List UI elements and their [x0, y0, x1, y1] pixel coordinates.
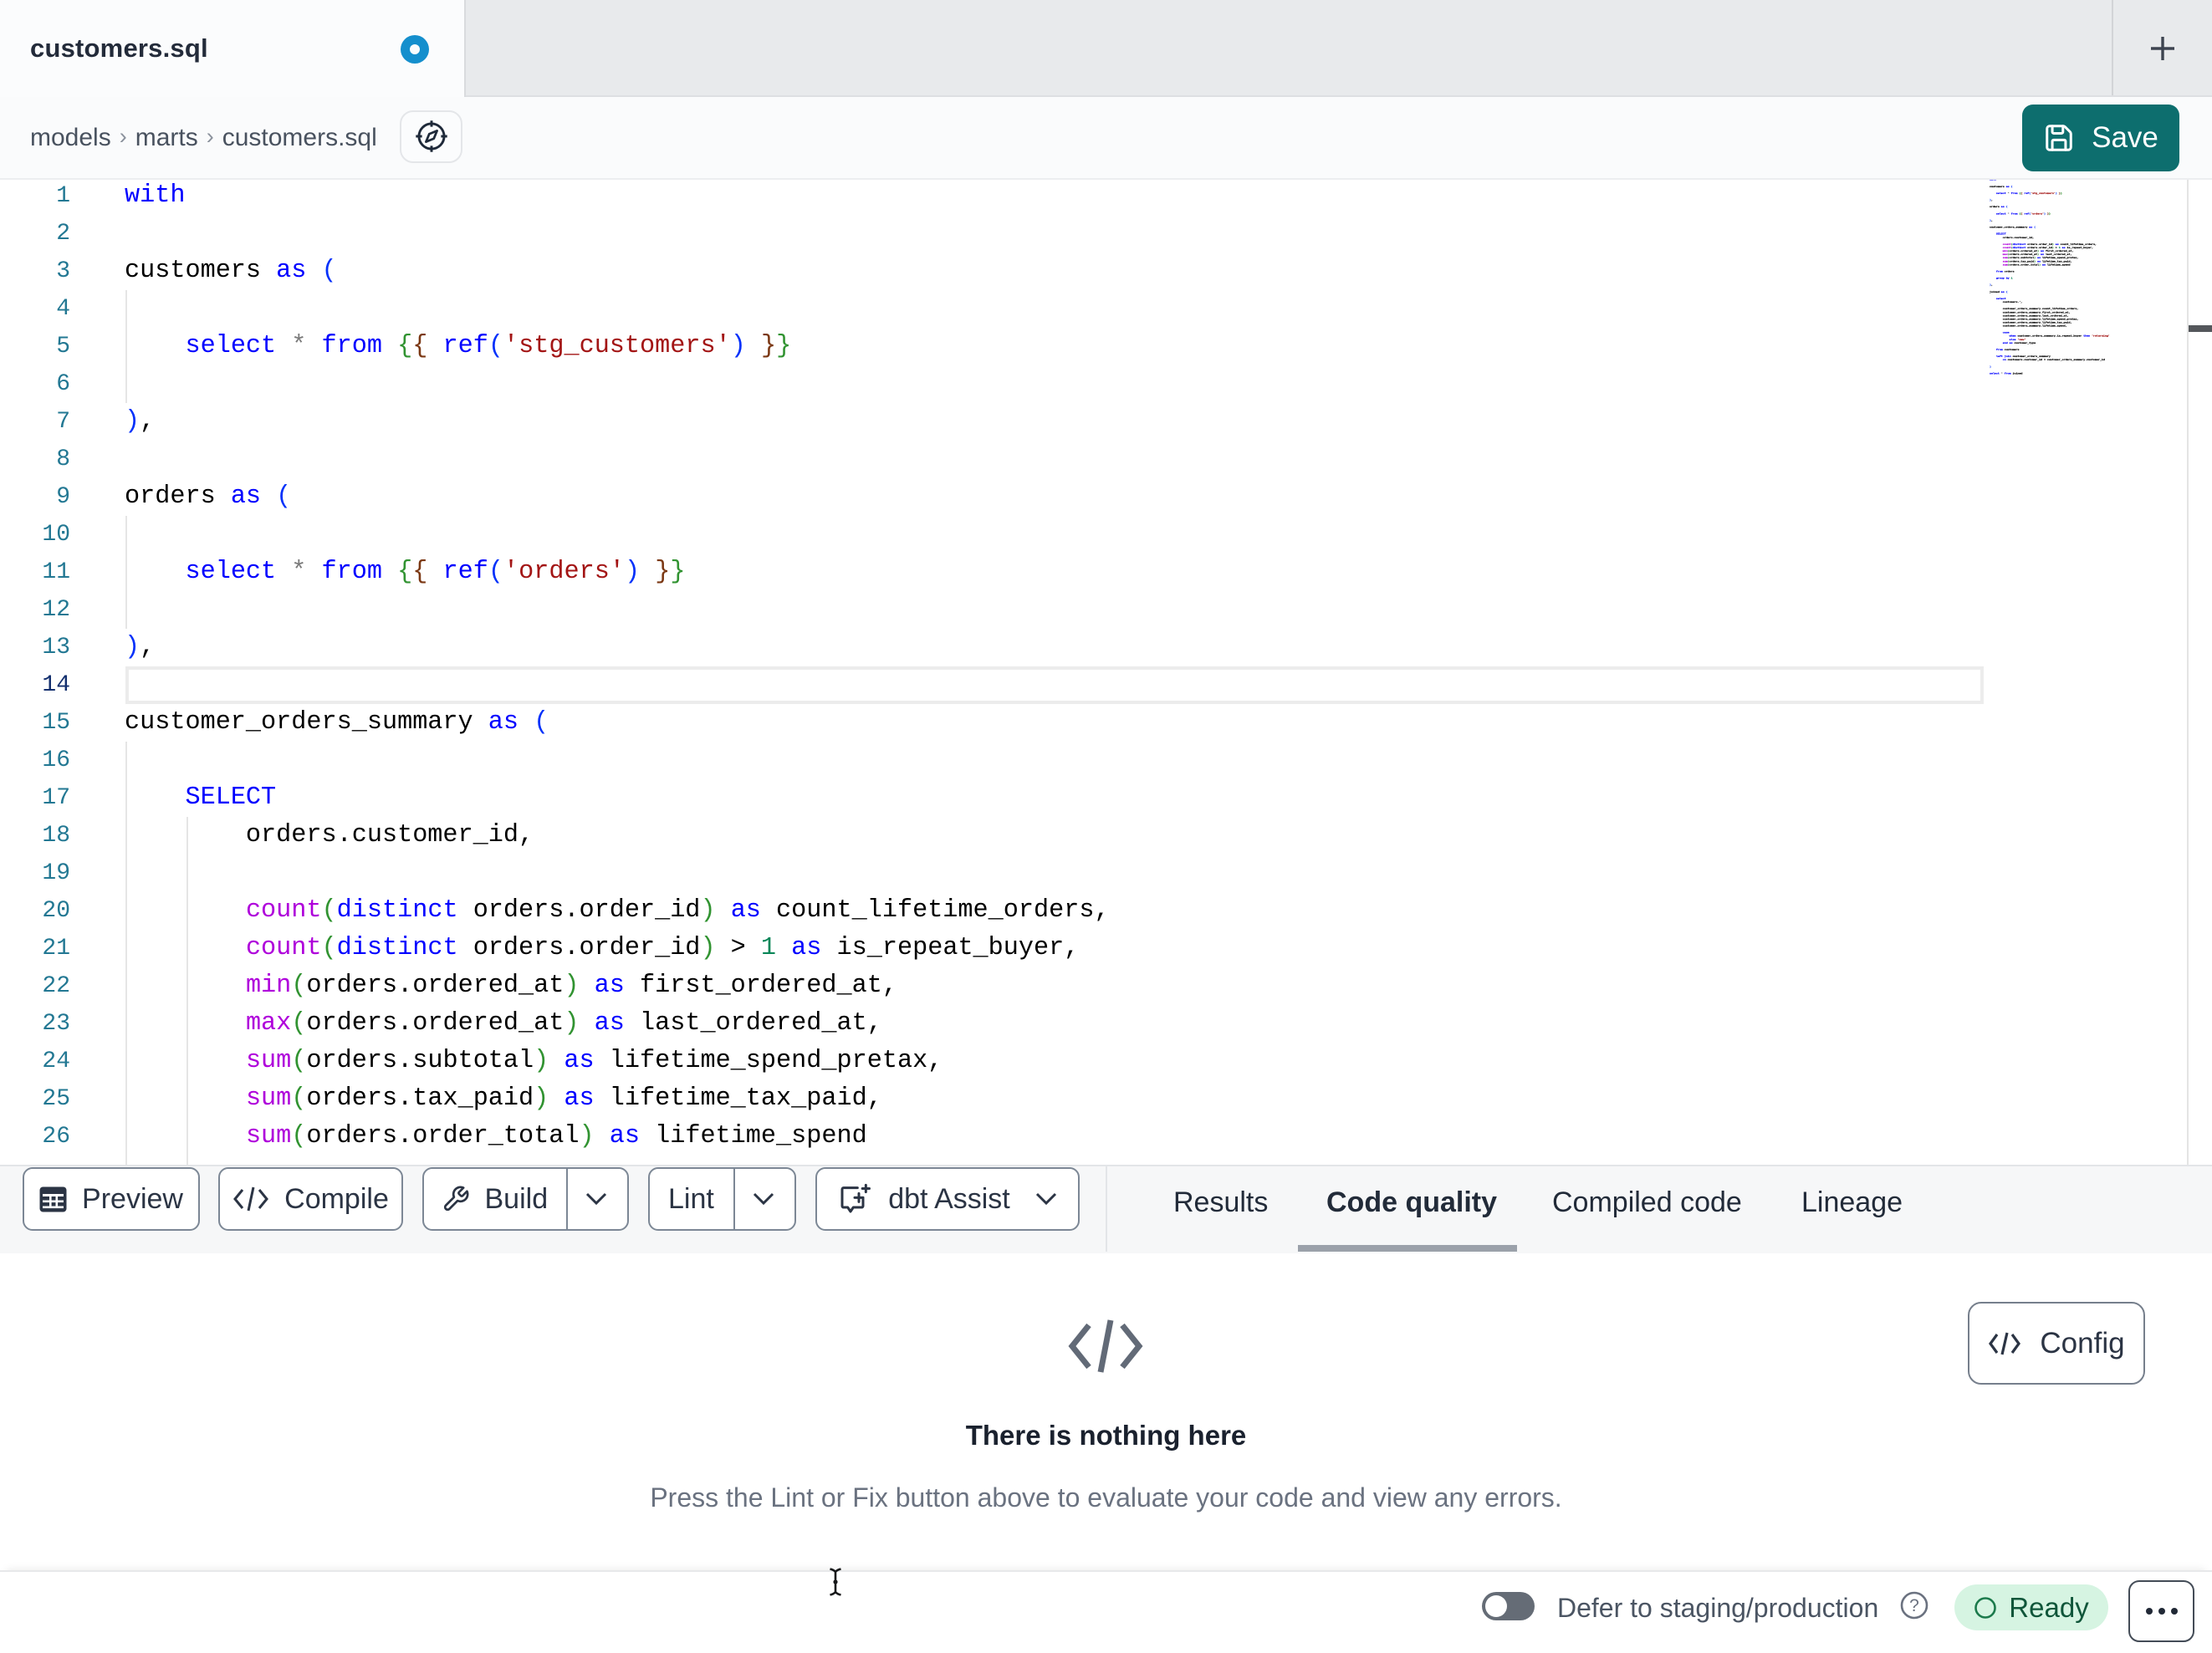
svg-text:?: ?	[1909, 1596, 1919, 1615]
